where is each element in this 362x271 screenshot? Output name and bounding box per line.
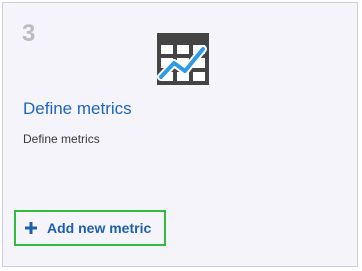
- add-new-metric-button[interactable]: Add new metric: [14, 210, 166, 246]
- card-subtitle: Define metrics: [23, 132, 100, 146]
- add-new-metric-label: Add new metric: [47, 220, 152, 236]
- define-metrics-card: 3 Define metrics Define metrics Add new …: [2, 2, 358, 267]
- plus-icon: [25, 222, 37, 234]
- table-chart-icon: [157, 33, 209, 85]
- card-title[interactable]: Define metrics: [23, 98, 132, 120]
- step-number: 3: [22, 20, 36, 47]
